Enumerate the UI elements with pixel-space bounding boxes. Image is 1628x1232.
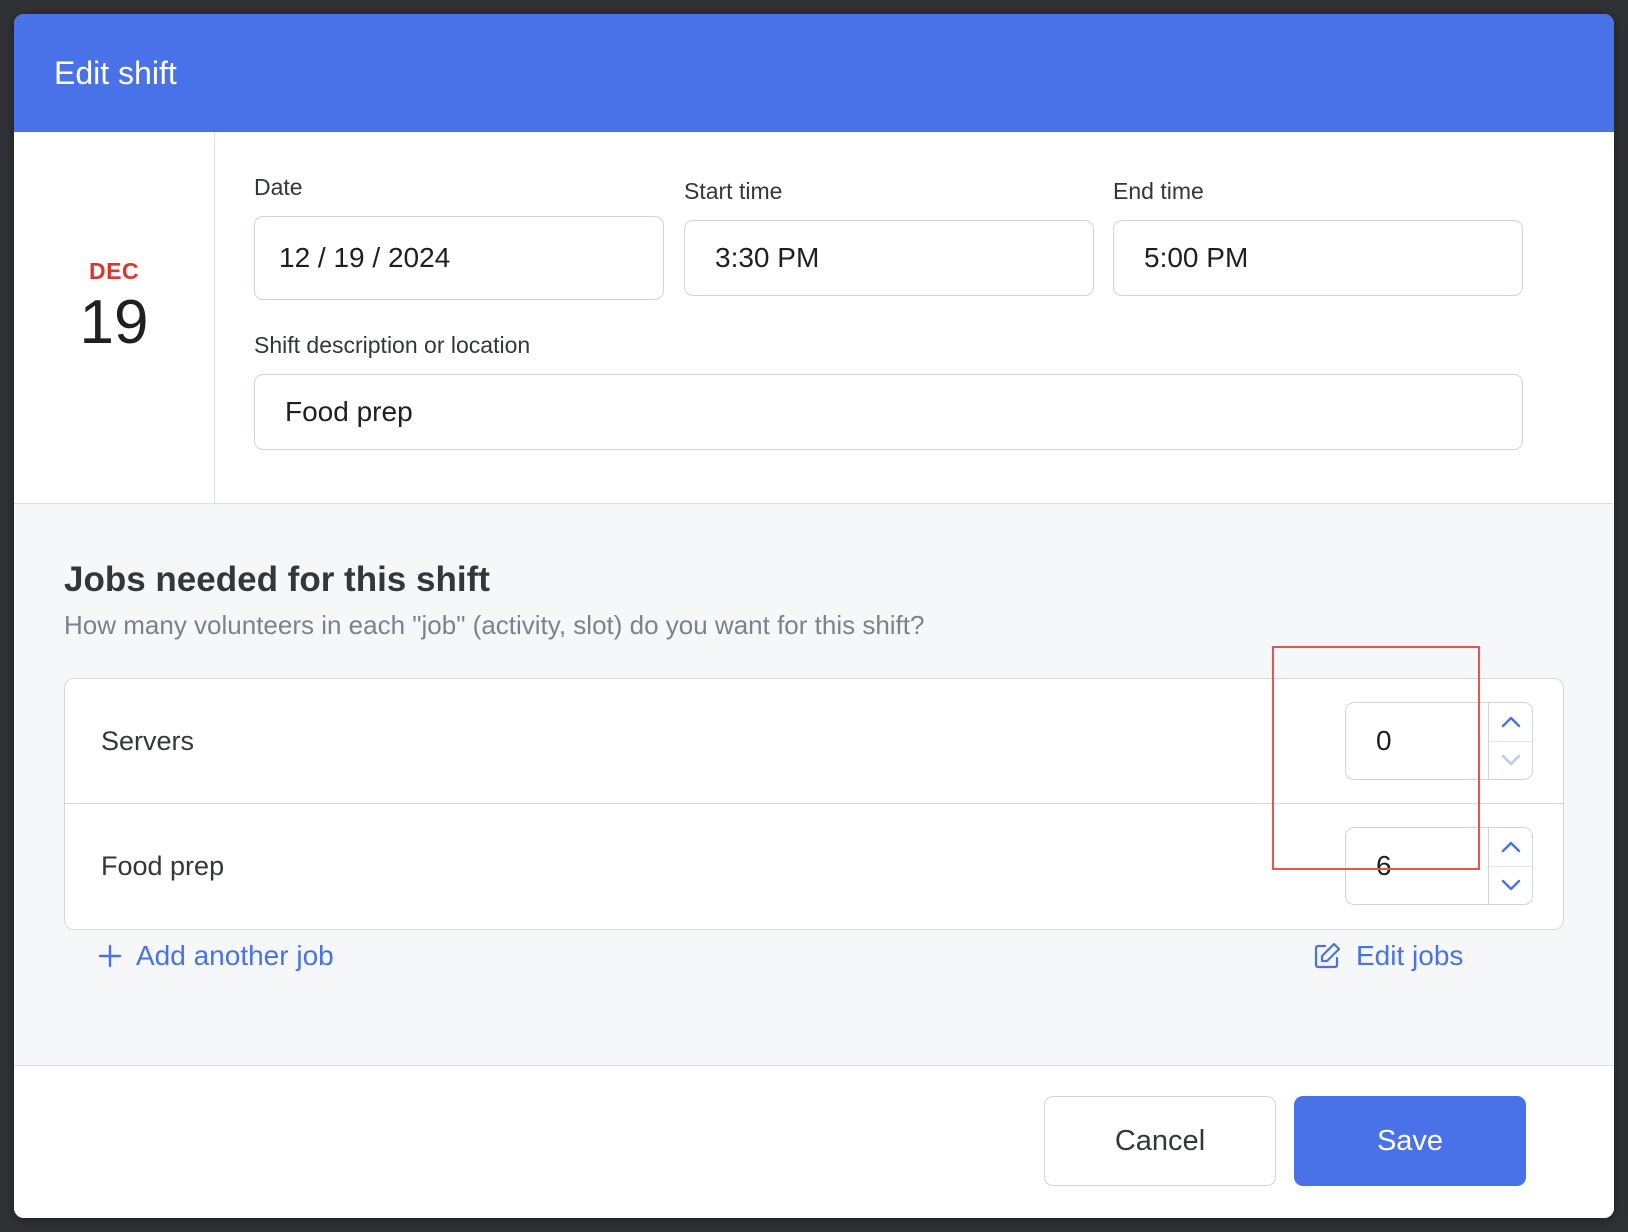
add-job-link[interactable]: Add another job bbox=[98, 940, 334, 972]
jobs-section: Jobs needed for this shift How many volu… bbox=[14, 504, 1614, 1066]
description-value: Food prep bbox=[285, 396, 413, 427]
edit-pencil-icon bbox=[1314, 942, 1341, 969]
job-row: Servers 0 bbox=[65, 679, 1563, 804]
quantity-stepper: 6 bbox=[1345, 827, 1533, 905]
date-badge-day: 19 bbox=[79, 287, 149, 357]
job-row: Food prep 6 bbox=[65, 804, 1563, 929]
stepper-arrows bbox=[1488, 703, 1532, 779]
date-input[interactable]: 12 / 19 / 2024 bbox=[254, 216, 664, 300]
plus-icon bbox=[98, 944, 122, 968]
date-label: Date bbox=[254, 174, 303, 200]
date-badge-month: DEC bbox=[88, 257, 140, 284]
start-time-value: 3:30 PM bbox=[715, 242, 820, 273]
modal-footer: Cancel Save bbox=[14, 1066, 1614, 1218]
chevron-down-icon bbox=[1501, 880, 1520, 891]
description-input[interactable]: Food prep bbox=[254, 374, 1523, 450]
edit-shift-modal: Edit shift DEC 19 Date 12 / 19 / 2024 St… bbox=[14, 14, 1614, 1218]
decrement-button[interactable] bbox=[1489, 867, 1532, 905]
quantity-input[interactable]: 0 bbox=[1346, 703, 1488, 779]
jobs-subtitle: How many volunteers in each "job" (activ… bbox=[64, 610, 925, 640]
chevron-up-icon bbox=[1501, 841, 1520, 852]
quantity-value: 0 bbox=[1376, 725, 1392, 756]
quantity-value: 6 bbox=[1376, 850, 1392, 881]
jobs-table: Servers 0 Food prep 6 bbox=[64, 678, 1564, 930]
job-name: Food prep bbox=[101, 851, 225, 881]
stepper-arrows bbox=[1488, 828, 1532, 904]
save-button[interactable]: Save bbox=[1294, 1096, 1526, 1186]
edit-jobs-label: Edit jobs bbox=[1356, 940, 1464, 971]
decrement-button[interactable] bbox=[1489, 742, 1532, 780]
jobs-title: Jobs needed for this shift bbox=[64, 560, 490, 599]
modal-header: Edit shift bbox=[14, 14, 1614, 132]
job-name: Servers bbox=[101, 725, 195, 756]
end-time-input[interactable]: 5:00 PM bbox=[1113, 220, 1523, 296]
shift-fields: Date 12 / 19 / 2024 Start time 3:30 PM E… bbox=[215, 132, 1614, 503]
chevron-down-icon bbox=[1501, 755, 1520, 766]
quantity-stepper: 0 bbox=[1345, 702, 1533, 780]
chevron-up-icon bbox=[1501, 716, 1520, 727]
shift-details-section: DEC 19 Date 12 / 19 / 2024 Start time 3:… bbox=[14, 132, 1614, 504]
add-job-label: Add another job bbox=[136, 940, 334, 971]
modal-title: Edit shift bbox=[54, 54, 177, 91]
increment-button[interactable] bbox=[1489, 703, 1532, 742]
start-time-label: Start time bbox=[684, 178, 783, 204]
start-time-input[interactable]: 3:30 PM bbox=[684, 220, 1094, 296]
increment-button[interactable] bbox=[1489, 828, 1532, 867]
end-time-value: 5:00 PM bbox=[1144, 242, 1249, 273]
date-input-value: 12 / 19 / 2024 bbox=[279, 242, 451, 273]
description-label: Shift description or location bbox=[254, 332, 531, 358]
cancel-button[interactable]: Cancel bbox=[1044, 1096, 1276, 1186]
end-time-label: End time bbox=[1113, 178, 1204, 204]
quantity-input[interactable]: 6 bbox=[1346, 828, 1488, 904]
date-badge: DEC 19 bbox=[14, 132, 215, 503]
edit-jobs-link[interactable]: Edit jobs bbox=[1312, 940, 1463, 972]
